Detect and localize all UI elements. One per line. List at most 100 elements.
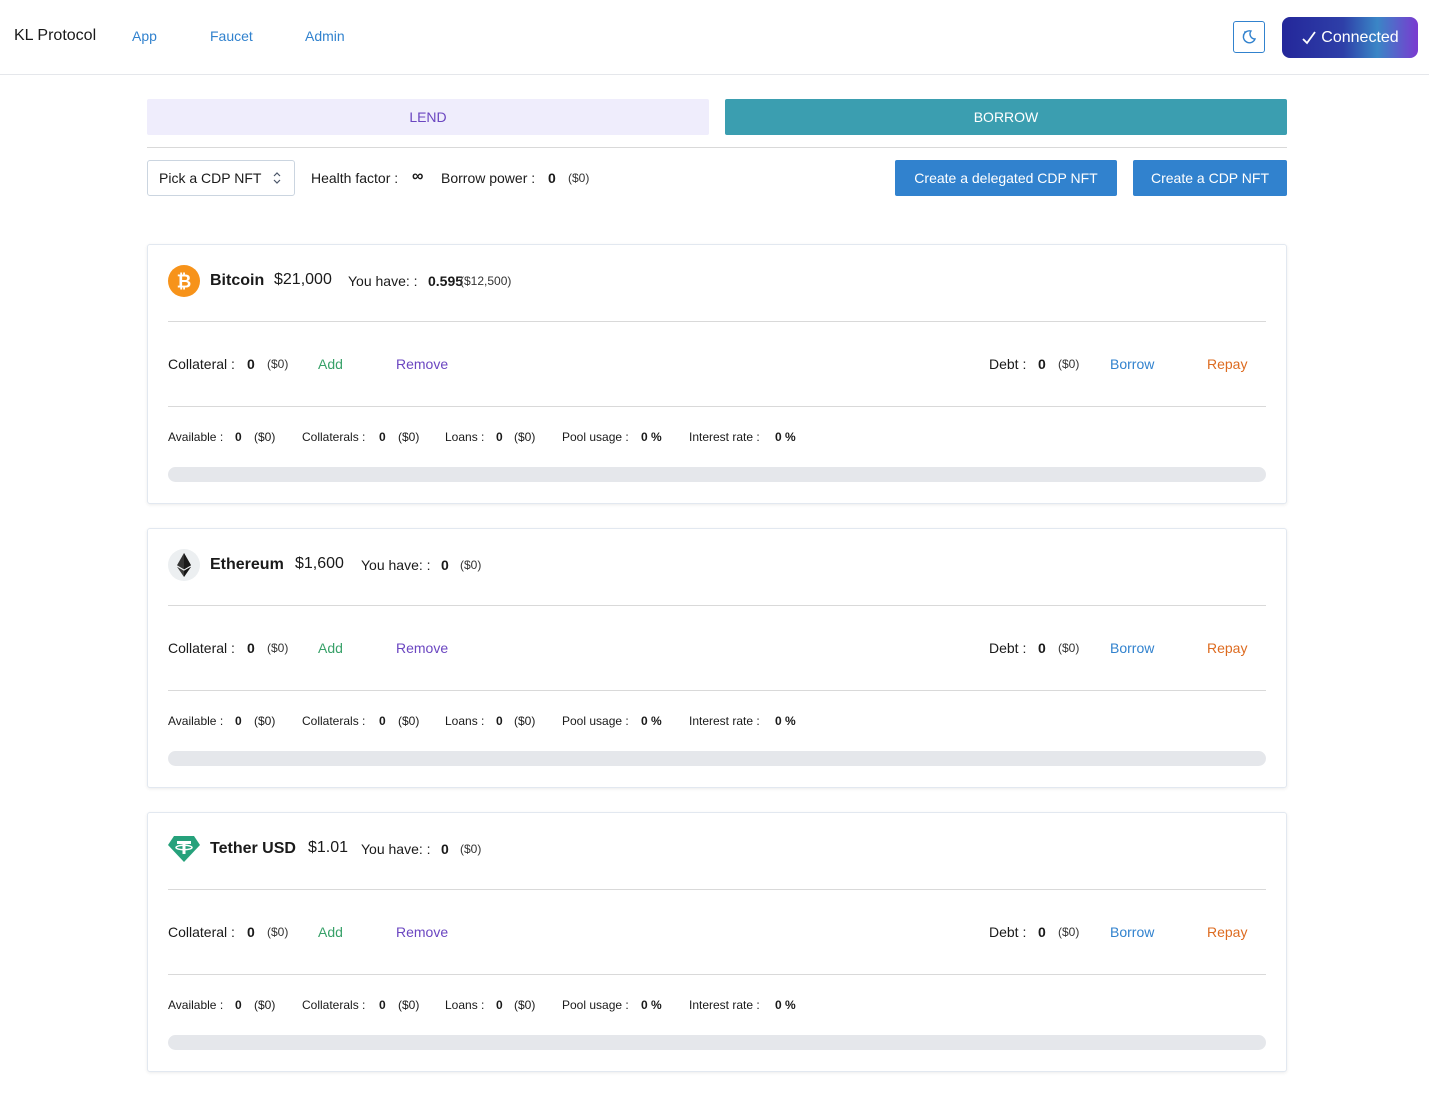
nav-link-admin[interactable]: Admin	[305, 28, 345, 44]
collaterals-label: Collaterals :	[302, 714, 366, 728]
you-have-value: 0	[441, 557, 449, 573]
cdp-nft-select[interactable]: Pick a CDP NFT	[147, 160, 295, 196]
debt-label: Debt :	[989, 356, 1027, 372]
svg-text:₿: ₿	[177, 272, 192, 293]
asset-card-ethereum: Ethereum $1,600 You have: : 0 ($0) Collateral…	[147, 528, 1287, 788]
loans-usd: ($0)	[514, 430, 536, 444]
collateral-usd: ($0)	[267, 641, 289, 655]
available-label: Available :	[168, 998, 224, 1012]
asset-card-tether-usd: Tether USD $1.01 You have: : 0 ($0) Collatera…	[147, 812, 1287, 1072]
create-cdp-nft-button[interactable]: Create a CDP NFT	[1133, 160, 1287, 196]
tab-lend[interactable]: LEND	[147, 99, 709, 135]
you-have-label: You have: :	[361, 841, 431, 857]
debt-value: 0	[1038, 640, 1046, 656]
wallet-connected-button[interactable]: Connected	[1282, 17, 1418, 58]
borrow-button[interactable]: Borrow	[1110, 640, 1154, 656]
pool-usage-label: Pool usage :	[562, 998, 629, 1012]
borrow-power-value: 0	[548, 170, 556, 186]
asset-name: Bitcoin	[210, 272, 265, 289]
pool-usage-label: Pool usage :	[562, 714, 629, 728]
health-factor-label: Health factor :	[311, 170, 399, 186]
borrow-button[interactable]: Borrow	[1110, 356, 1154, 372]
collaterals-value: 0	[379, 430, 386, 444]
divider	[168, 321, 1266, 322]
add-collateral-button[interactable]: Add	[318, 356, 343, 372]
pool-usage-progress-bar	[168, 1035, 1266, 1050]
collateral-value: 0	[247, 924, 255, 940]
repay-button[interactable]: Repay	[1207, 356, 1247, 372]
collateral-label: Collateral :	[168, 640, 235, 656]
pool-usage-progress-bar	[168, 751, 1266, 766]
pool-usage-value: 0 %	[641, 714, 662, 728]
you-have-label: You have: :	[348, 273, 418, 289]
loans-usd: ($0)	[514, 998, 536, 1012]
debt-usd: ($0)	[1058, 641, 1080, 655]
you-have-label: You have: :	[361, 557, 431, 573]
loans-usd: ($0)	[514, 714, 536, 728]
interest-rate-label: Interest rate :	[689, 430, 760, 444]
available-usd: ($0)	[254, 430, 276, 444]
add-collateral-button[interactable]: Add	[318, 640, 343, 656]
theme-toggle-button[interactable]	[1233, 21, 1265, 53]
remove-collateral-button[interactable]: Remove	[396, 640, 448, 656]
tab-borrow[interactable]: BORROW	[725, 99, 1287, 135]
loans-value: 0	[496, 714, 503, 728]
you-have-usd: ($0)	[460, 842, 482, 856]
interest-rate-value: 0 %	[775, 998, 796, 1012]
borrow-power-usd: ($0)	[568, 171, 590, 185]
you-have-value: 0.595	[428, 273, 464, 289]
you-have-usd: ($0)	[460, 558, 482, 572]
divider	[147, 147, 1287, 148]
asset-price: $1,600	[295, 555, 344, 572]
collaterals-value: 0	[379, 714, 386, 728]
collaterals-label: Collaterals :	[302, 430, 366, 444]
interest-rate-label: Interest rate :	[689, 714, 760, 728]
pool-usage-label: Pool usage :	[562, 430, 629, 444]
collaterals-usd: ($0)	[398, 714, 420, 728]
debt-value: 0	[1038, 924, 1046, 940]
you-have-usd: ($12,500)	[460, 274, 512, 288]
available-usd: ($0)	[254, 714, 276, 728]
remove-collateral-button[interactable]: Remove	[396, 356, 448, 372]
collateral-value: 0	[247, 640, 255, 656]
pool-usage-progress-bar	[168, 467, 1266, 482]
debt-label: Debt :	[989, 924, 1027, 940]
bitcoin-icon: ₿	[168, 265, 200, 297]
divider	[168, 406, 1266, 407]
available-label: Available :	[168, 430, 224, 444]
create-delegated-cdp-nft-button[interactable]: Create a delegated CDP NFT	[895, 160, 1117, 196]
interest-rate-value: 0 %	[775, 714, 796, 728]
debt-label: Debt :	[989, 640, 1027, 656]
collateral-label: Collateral :	[168, 924, 235, 940]
asset-name: Ethereum	[210, 556, 284, 573]
loans-label: Loans :	[445, 998, 485, 1012]
divider	[168, 690, 1266, 691]
asset-price: $21,000	[274, 271, 332, 288]
available-value: 0	[235, 430, 242, 444]
borrow-power-label: Borrow power :	[441, 170, 536, 186]
debt-usd: ($0)	[1058, 925, 1080, 939]
borrow-button[interactable]: Borrow	[1110, 924, 1154, 940]
ethereum-icon	[168, 549, 200, 581]
available-value: 0	[235, 998, 242, 1012]
health-factor-value: ∞	[412, 168, 424, 185]
collateral-usd: ($0)	[267, 357, 289, 371]
repay-button[interactable]: Repay	[1207, 640, 1247, 656]
collaterals-label: Collaterals :	[302, 998, 366, 1012]
cdp-nft-select-value: Pick a CDP NFT	[159, 170, 262, 186]
divider	[168, 605, 1266, 606]
nav-link-faucet[interactable]: Faucet	[210, 28, 253, 44]
divider	[168, 889, 1266, 890]
asset-price: $1.01	[308, 839, 349, 856]
connected-label: Connected	[1321, 28, 1399, 46]
pool-usage-value: 0 %	[641, 430, 662, 444]
you-have-value: 0	[441, 841, 449, 857]
interest-rate-value: 0 %	[775, 430, 796, 444]
repay-button[interactable]: Repay	[1207, 924, 1247, 940]
loans-label: Loans :	[445, 430, 485, 444]
brand-name: KL Protocol	[14, 27, 97, 44]
nav-link-app[interactable]: App	[132, 28, 157, 44]
add-collateral-button[interactable]: Add	[318, 924, 343, 940]
remove-collateral-button[interactable]: Remove	[396, 924, 448, 940]
check-icon	[1302, 30, 1317, 44]
